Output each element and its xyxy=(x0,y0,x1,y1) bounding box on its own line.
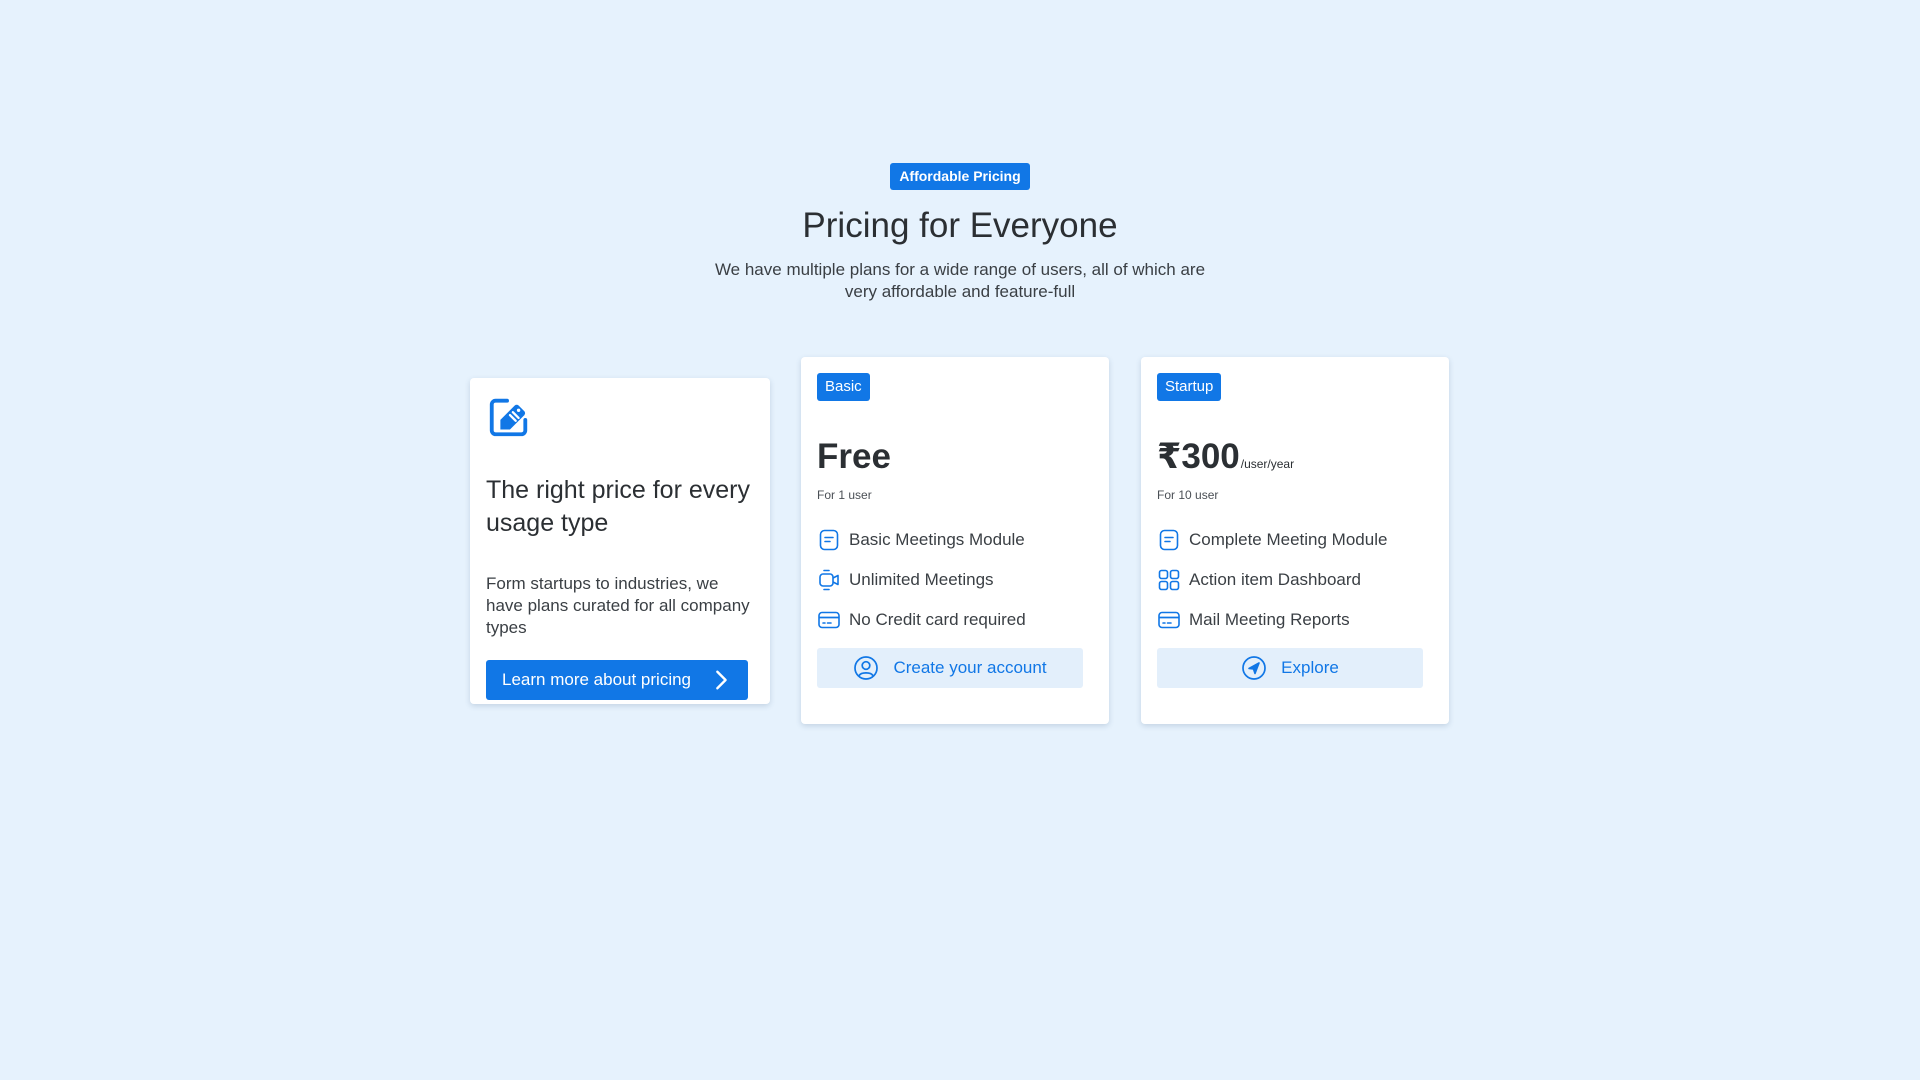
create-account-label: Create your account xyxy=(893,658,1047,677)
create-account-button[interactable]: Create your account xyxy=(817,648,1083,688)
plan-users: For 10 user xyxy=(1157,488,1219,502)
plan-card-basic: Basic Free For 1 user Basic Meetings Mod… xyxy=(801,357,1109,724)
feature-label: Basic Meetings Module xyxy=(849,530,1025,549)
plan-price: ₹300 xyxy=(1157,437,1240,476)
feature-list: Basic Meetings Module Unlimited Meetings… xyxy=(817,528,1093,632)
intro-card: The right price for every usage type For… xyxy=(470,378,770,704)
feature-item: Unlimited Meetings xyxy=(817,568,1093,592)
feature-label: No Credit card required xyxy=(849,610,1026,629)
feature-item: Mail Meeting Reports xyxy=(1157,608,1433,632)
feature-label: Action item Dashboard xyxy=(1189,570,1361,589)
video-icon xyxy=(819,569,839,591)
feature-item: Complete Meeting Module xyxy=(1157,528,1433,552)
explore-button[interactable]: Explore xyxy=(1157,648,1423,688)
plan-users: For 1 user xyxy=(817,488,872,502)
price-row: Free xyxy=(817,435,1093,479)
credit-card-icon xyxy=(818,611,840,629)
price-unit: /user/year xyxy=(1240,457,1295,471)
plan-price: Free xyxy=(817,437,891,476)
plan-card-startup: Startup ₹300 /user/year For 10 user Comp… xyxy=(1141,357,1449,724)
note-icon xyxy=(1159,529,1179,551)
price-tag-icon xyxy=(489,398,528,437)
page-title: Pricing for Everyone xyxy=(802,206,1118,245)
feature-item: Action item Dashboard xyxy=(1157,568,1433,592)
pricing-header: Affordable Pricing Pricing for Everyone … xyxy=(0,163,1920,303)
learn-more-label: Learn more about pricing xyxy=(502,670,692,689)
credit-card-icon xyxy=(1158,611,1180,629)
plan-badge: Basic xyxy=(817,373,870,401)
feature-list: Complete Meeting Module Action item Dash… xyxy=(1157,528,1433,632)
explore-label: Explore xyxy=(1281,658,1339,677)
plan-badge: Startup xyxy=(1157,373,1222,401)
feature-label: Unlimited Meetings xyxy=(849,570,994,589)
intro-title: The right price for every usage type xyxy=(486,476,750,537)
feature-item: Basic Meetings Module xyxy=(817,528,1093,552)
feature-item: No Credit card required xyxy=(817,608,1093,632)
feature-label: Mail Meeting Reports xyxy=(1189,610,1350,629)
dashboard-grid-icon xyxy=(1158,569,1180,591)
intro-text: Form startups to industries, we have pla… xyxy=(486,574,750,637)
price-row: ₹300 /user/year xyxy=(1157,435,1433,479)
eyebrow-badge: Affordable Pricing xyxy=(890,163,1030,190)
learn-more-pricing-button[interactable]: Learn more about pricing xyxy=(486,660,748,700)
feature-label: Complete Meeting Module xyxy=(1189,530,1388,549)
chevron-right-icon xyxy=(716,670,727,690)
compass-icon xyxy=(1242,656,1267,680)
user-circle-icon xyxy=(854,656,879,680)
note-icon xyxy=(819,529,839,551)
page-subtitle: We have multiple plans for a wide range … xyxy=(714,260,1206,301)
